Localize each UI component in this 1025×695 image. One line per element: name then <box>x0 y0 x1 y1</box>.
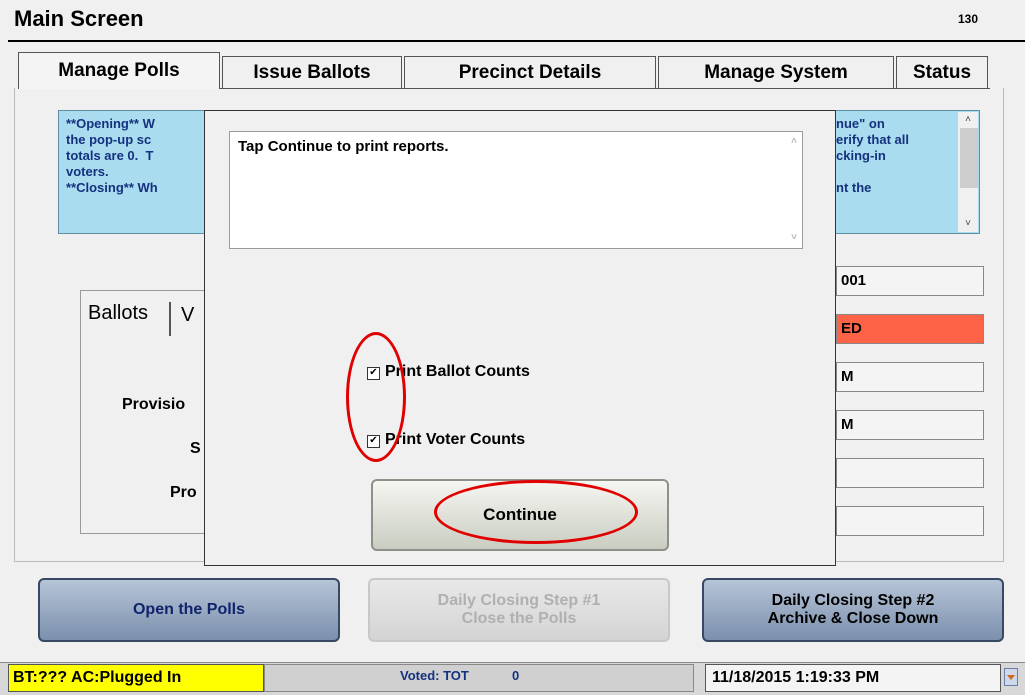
scroll-up-icon[interactable]: ˄ <box>958 114 978 125</box>
archive-close-button[interactable]: Daily Closing Step #2 Archive & Close Do… <box>702 578 1004 642</box>
close-polls-button[interactable]: Daily Closing Step #1 Close the Polls <box>368 578 670 642</box>
annotation-continue-highlight <box>434 480 638 544</box>
close-polls-label-2: Close the Polls <box>461 610 577 627</box>
empty-field-1 <box>836 458 984 488</box>
tab-issue-ballots[interactable]: Issue Ballots <box>222 56 402 88</box>
tray-down-icon[interactable] <box>1004 668 1018 686</box>
page-title: Main Screen <box>14 6 144 31</box>
archive-label-1: Daily Closing Step #2 <box>771 592 935 609</box>
precinct-field: 001 <box>836 266 984 296</box>
print-voter-counts-label[interactable]: Print Voter Counts <box>385 431 525 449</box>
voted-count: 0 <box>512 668 520 683</box>
tab-manage-polls[interactable]: Manage Polls <box>18 52 220 89</box>
info-text-right: nue" on erify that all cking-in nt the <box>836 116 909 195</box>
subtab-divider <box>169 302 171 336</box>
screen-number: 130 <box>958 12 979 26</box>
open-polls-button[interactable]: Open the Polls <box>38 578 340 642</box>
tab-precinct-details[interactable]: Precinct Details <box>404 56 656 88</box>
empty-field-2 <box>836 506 984 536</box>
datetime-display: 11/18/2015 1:19:33 PM <box>705 664 1001 692</box>
tab-status[interactable]: Status <box>896 56 988 88</box>
archive-label-2: Archive & Close Down <box>767 610 939 627</box>
close-time-field: M <box>836 410 984 440</box>
close-polls-label-1: Daily Closing Step #1 <box>437 592 601 609</box>
annotation-checkbox-highlight <box>346 332 406 462</box>
open-polls-label: Open the Polls <box>132 601 245 618</box>
poll-status-field: ED <box>836 314 984 344</box>
open-time-field: M <box>836 362 984 392</box>
dialog-scroll-up-icon[interactable]: ˄ <box>784 136 804 147</box>
voted-label: Voted: TOT <box>400 668 469 683</box>
row-label-provisional: Provisio <box>122 396 186 413</box>
dialog-message-box: Tap Continue to print reports. ˄ ˅ <box>229 131 803 249</box>
print-ballot-counts-label[interactable]: Print Ballot Counts <box>385 363 530 381</box>
subtab-ballots[interactable]: Ballots <box>88 302 148 325</box>
dialog-message: Tap Continue to print reports. <box>238 138 449 155</box>
scroll-down-icon[interactable]: ˅ <box>958 218 978 229</box>
dialog-scroll-down-icon[interactable]: ˅ <box>784 232 804 243</box>
power-status: BT:??? AC:Plugged In <box>8 664 264 692</box>
info-scrollbar-thumb[interactable] <box>960 128 978 188</box>
header-divider <box>8 40 1025 42</box>
dialog-scrollbar[interactable]: ˄ ˅ <box>784 134 800 246</box>
row-label-pro: Pro <box>170 484 197 501</box>
tab-manage-system[interactable]: Manage System <box>658 56 894 88</box>
row-label-s: S <box>190 440 201 457</box>
subtab-voters[interactable]: V <box>181 304 194 327</box>
voted-area <box>264 664 694 692</box>
info-text-left: **Opening** W the pop-up sc totals are 0… <box>66 116 158 195</box>
